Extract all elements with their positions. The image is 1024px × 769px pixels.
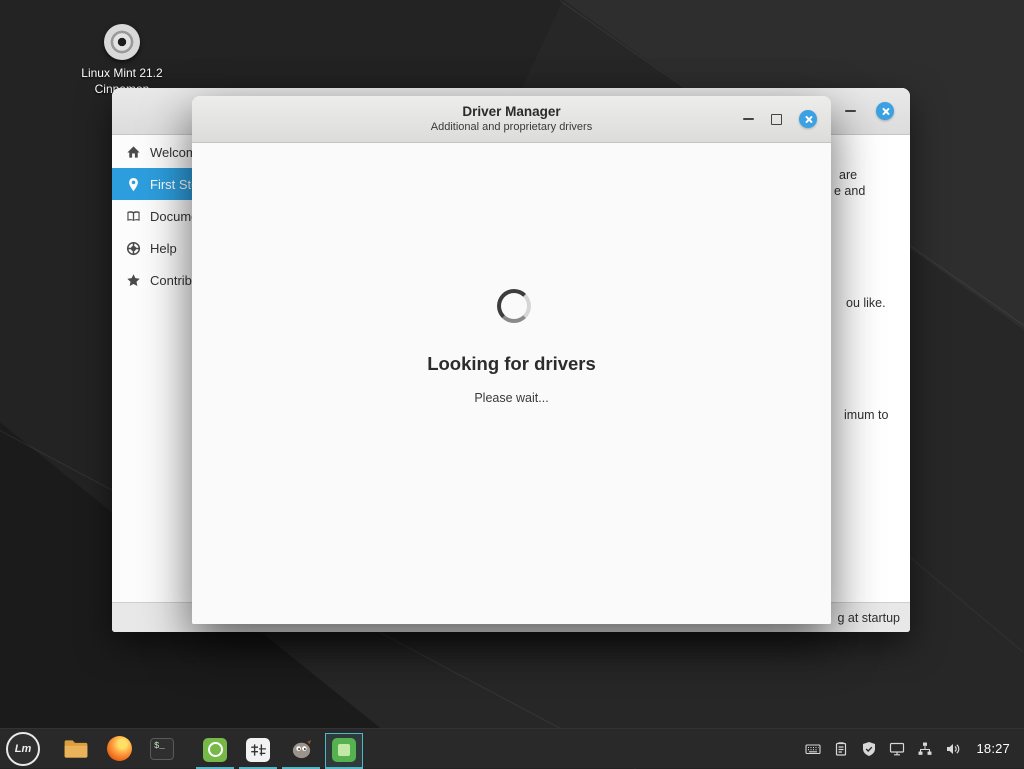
desktop-icon-linux-mint-iso[interactable]: Linux Mint 21.2 Cinnamon <box>62 24 182 97</box>
window-title: Driver Manager <box>462 104 560 120</box>
files-launcher[interactable] <box>62 735 90 763</box>
sidebar-item-label: Help <box>150 241 177 256</box>
close-icon[interactable] <box>876 102 894 120</box>
keyboard-icon[interactable] <box>804 740 821 757</box>
desktop-icon-label-line1: Linux Mint 21.2 <box>62 66 182 82</box>
display-icon[interactable] <box>888 740 905 757</box>
clipboard-icon[interactable] <box>832 740 849 757</box>
driver-manager-headerbar[interactable]: Driver Manager Additional and proprietar… <box>192 96 831 143</box>
driver-manager-window: Driver Manager Additional and proprietar… <box>192 96 831 624</box>
mint-logo-icon: Lm <box>15 743 32 755</box>
minimize-icon[interactable] <box>743 118 754 120</box>
startup-toggle-label[interactable]: g at startup <box>837 611 900 625</box>
driver-manager-body: Looking for drivers Please wait... <box>192 143 831 624</box>
close-icon[interactable] <box>799 110 817 128</box>
status-heading: Looking for drivers <box>192 353 831 375</box>
task-input-method-app[interactable] <box>239 733 277 769</box>
firefox-icon <box>107 736 132 761</box>
taskbar-panel: Lm $_ <box>0 728 1024 768</box>
pin-icon <box>126 177 141 192</box>
shield-icon[interactable] <box>860 740 877 757</box>
mint-menu-button[interactable]: Lm <box>6 732 40 766</box>
lifebuoy-icon <box>126 241 141 256</box>
mint-welcome-icon <box>203 738 227 762</box>
firefox-launcher[interactable] <box>105 735 133 763</box>
disc-icon <box>104 24 140 60</box>
task-welcome-app[interactable] <box>196 733 234 769</box>
content-text-fragment: imum to <box>844 408 888 422</box>
task-gimp-app[interactable] <box>282 733 320 769</box>
network-icon[interactable] <box>916 740 933 757</box>
home-icon <box>126 145 141 160</box>
driver-manager-icon <box>332 738 356 762</box>
panel-clock[interactable]: 18:27 <box>976 741 1010 756</box>
window-subtitle: Additional and proprietary drivers <box>431 120 592 134</box>
folder-icon <box>63 736 89 762</box>
terminal-launcher[interactable]: $_ <box>148 735 176 763</box>
star-icon <box>126 273 141 288</box>
input-method-icon <box>246 738 270 762</box>
task-driver-manager-app[interactable] <box>325 733 363 769</box>
content-text-fragment: e and <box>834 184 865 198</box>
minimize-icon[interactable] <box>845 110 856 112</box>
content-text-fragment: are <box>839 168 857 182</box>
terminal-icon: $_ <box>150 738 174 760</box>
content-text-fragment: ou like. <box>846 296 886 310</box>
loading-spinner-icon <box>497 289 531 323</box>
maximize-icon[interactable] <box>771 114 782 125</box>
volume-icon[interactable] <box>944 740 961 757</box>
gimp-icon <box>290 738 313 761</box>
status-text: Please wait... <box>192 391 831 405</box>
book-icon <box>126 209 141 224</box>
